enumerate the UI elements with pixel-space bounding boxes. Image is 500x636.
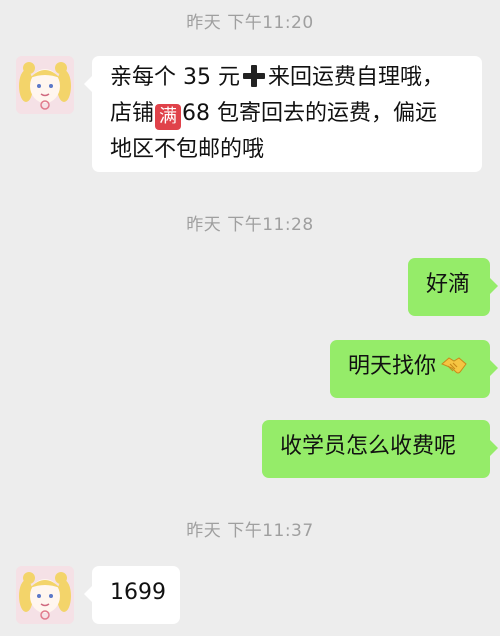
message-text: 来回运费自理哦， (267, 65, 444, 90)
contact-avatar[interactable] (16, 566, 74, 624)
timestamp: 昨天 下午11:37 (186, 521, 314, 541)
message-line: 亲每个 35 元 来回运费自理哦， (110, 60, 464, 96)
incoming-message-bubble[interactable]: 亲每个 35 元 来回运费自理哦， 店铺满 68 包寄回去的运费，偏远 地区不包邮的… (84, 56, 482, 172)
outgoing-message-bubble[interactable]: 好滴 (408, 258, 498, 316)
message-text: 明天找你 (348, 354, 437, 379)
timestamp: 昨天 下午11:20 (186, 13, 314, 33)
outgoing-message-bubble[interactable]: 收学员怎么收费呢 (262, 420, 498, 478)
handshake-icon (440, 354, 468, 390)
avatar-cartoon-icon (16, 56, 74, 114)
contact-avatar[interactable] (16, 56, 74, 114)
message-text: 好滴 (426, 272, 471, 297)
timestamp: 昨天 下午11:28 (186, 215, 314, 235)
message-text: 68 包寄回去的运费，偏远 (182, 101, 438, 126)
message-line: 地区不包邮的哦 (110, 137, 265, 162)
avatar-cartoon-icon (16, 566, 74, 624)
message-text: 收学员怎么收费呢 (280, 434, 457, 459)
message-line: 店铺满 68 包寄回去的运费，偏远 (110, 96, 464, 132)
message-text: 亲每个 35 元 (110, 65, 240, 90)
incoming-message-bubble[interactable]: 1699 (84, 566, 180, 624)
message-text: 1699 (110, 580, 166, 605)
message-text: 店铺 (110, 101, 155, 126)
full-badge-icon: 满 (155, 104, 182, 130)
heavy-plus-icon (242, 65, 265, 87)
outgoing-message-bubble[interactable]: 明天找你 (330, 340, 498, 398)
